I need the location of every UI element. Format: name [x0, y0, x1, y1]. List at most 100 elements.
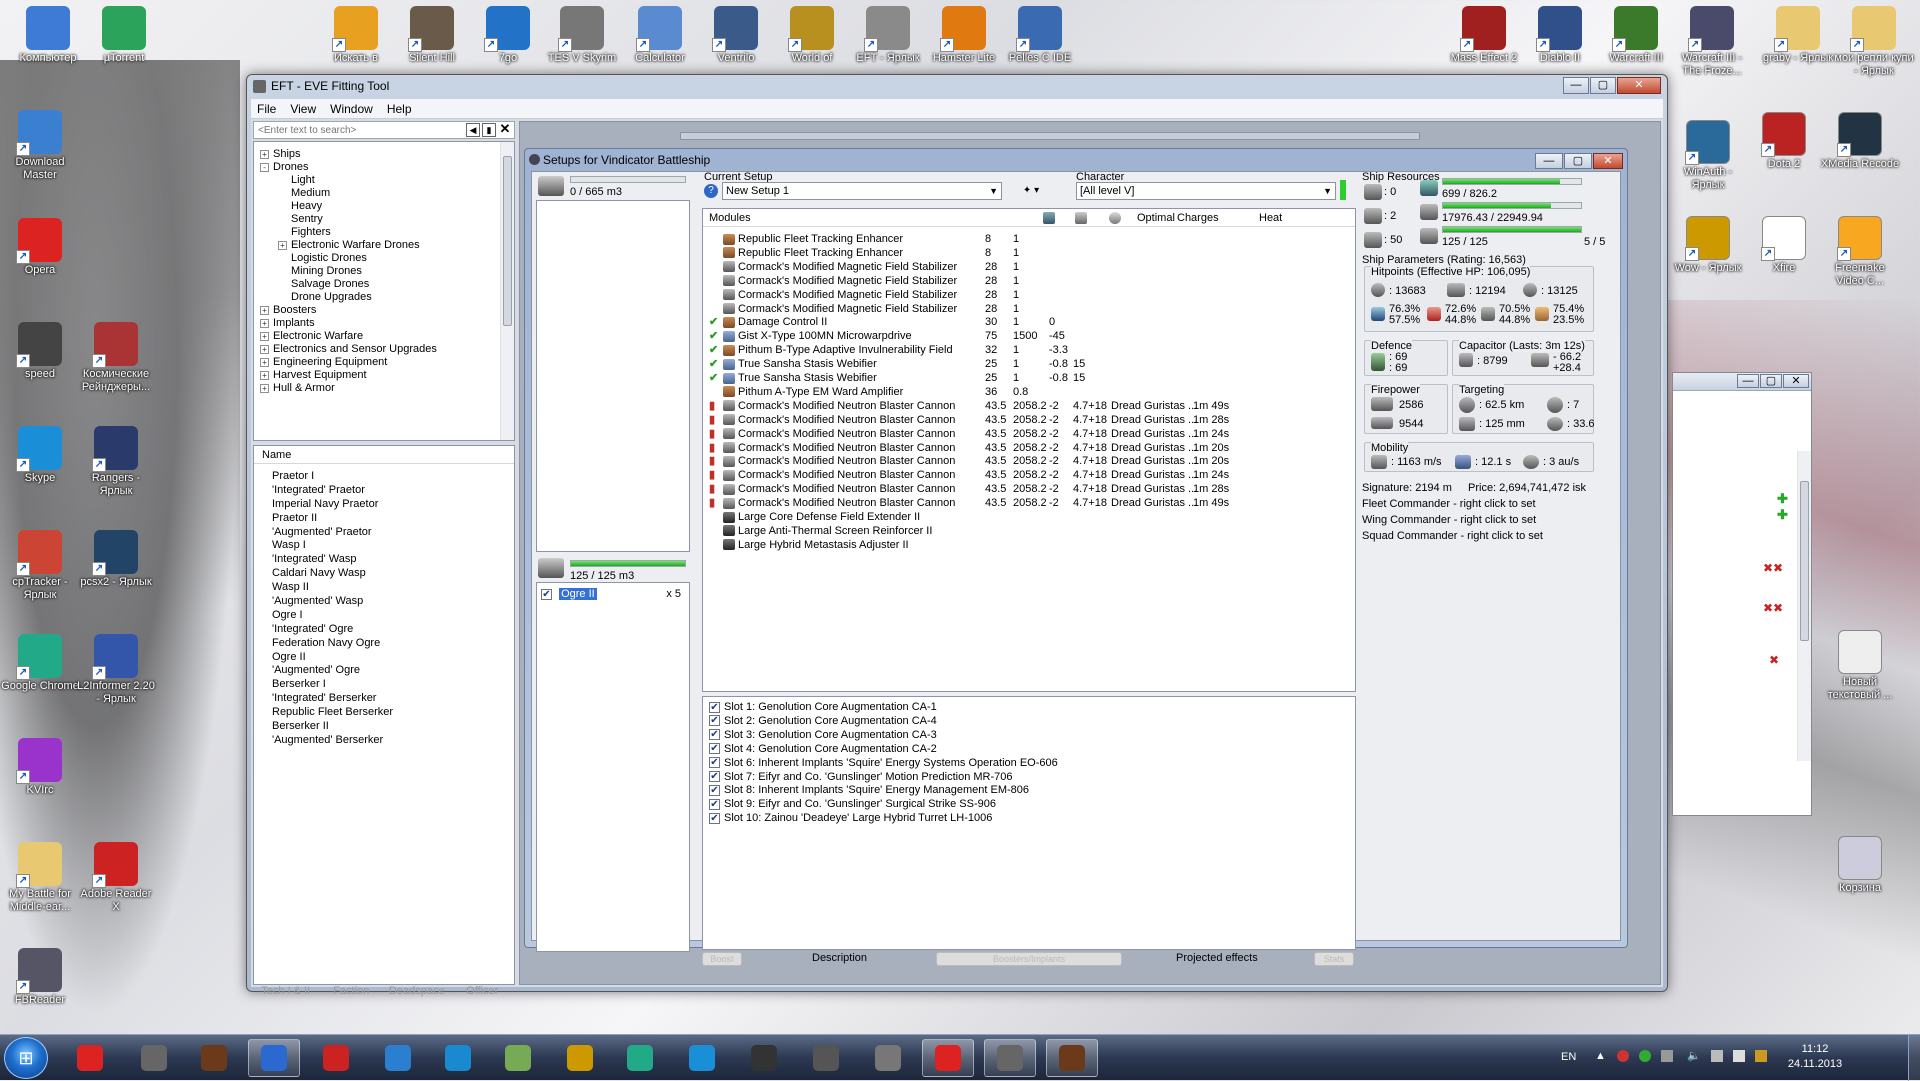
col-optimal[interactable]: Optimal: [1137, 209, 1175, 227]
active-check-icon[interactable]: ✔: [709, 316, 718, 330]
desktop-icon-calculator[interactable]: Calculator: [620, 6, 700, 65]
tray-icon-5[interactable]: [1755, 1050, 1767, 1062]
module-row[interactable]: Cormack's Modified Magnetic Field Stabil…: [703, 261, 1355, 275]
tray-icon-1[interactable]: [1617, 1050, 1629, 1062]
module-row[interactable]: ▮ Cormack's Modified Neutron Blaster Cann…: [703, 442, 1355, 456]
setup-titlebar[interactable]: Setups for Vindicator Battleship — ▢ ✕: [525, 149, 1627, 171]
desktop-icon-xmedia-recode[interactable]: XMedia Recode: [1820, 112, 1900, 171]
tree-item[interactable]: - Drones: [260, 161, 498, 174]
show-desktop-button[interactable]: [1908, 1035, 1920, 1081]
module-row[interactable]: Cormack's Modified Magnetic Field Stabil…: [703, 303, 1355, 317]
implant-checkbox[interactable]: ✔: [709, 701, 720, 713]
list-item[interactable]: Wasp I: [254, 539, 514, 553]
desktop-icon-l2informer[interactable]: L2Informer 2.20 - Ярлык: [76, 634, 156, 706]
list-item[interactable]: Praetor I: [254, 470, 514, 484]
tree-item[interactable]: Drone Upgrades: [260, 291, 498, 304]
tree-item[interactable]: + Electronic Warfare Drones: [260, 239, 498, 252]
list-item[interactable]: Wasp II: [254, 581, 514, 595]
tree-scrollbar[interactable]: [500, 142, 514, 440]
desktop-icon-battle-middle-earth[interactable]: My Battle for Middle-ear...: [0, 842, 80, 914]
tree-item[interactable]: + Engineering Equipment: [260, 356, 498, 369]
taskbar-eft-button[interactable]: [1046, 1039, 1098, 1077]
module-row[interactable]: Republic Fleet Tracking Enhancer 8 1: [703, 247, 1355, 261]
implant-row[interactable]: ✔ Slot 7: Eifyr and Co. 'Gunslinger' Moti…: [709, 771, 1013, 785]
desktop-icon-skyrim[interactable]: TES V Skyrim: [542, 6, 622, 65]
module-row[interactable]: Large Hybrid Metastasis Adjuster II: [703, 539, 1355, 553]
module-row[interactable]: ✔ Damage Control II 30 1 0: [703, 316, 1355, 330]
expand-icon[interactable]: +: [260, 357, 269, 367]
active-check-icon[interactable]: ✔: [709, 344, 718, 358]
desktop-icon-xfire[interactable]: Xfire: [1744, 216, 1824, 275]
desktop-icon-wow[interactable]: Wow - Ярлык: [1668, 216, 1748, 275]
desktop-icon-computer[interactable]: Компьютер: [8, 6, 88, 65]
list-item[interactable]: Ogre II: [254, 651, 514, 665]
list-item[interactable]: 'Augmented' Berserker: [254, 734, 514, 748]
list-item[interactable]: 'Integrated' Wasp: [254, 553, 514, 567]
list-item[interactable]: 'Integrated' Ogre: [254, 623, 514, 637]
active-check-icon[interactable]: ✔: [709, 330, 718, 344]
expand-icon[interactable]: -: [260, 162, 269, 172]
setup-maximize-button[interactable]: ▢: [1564, 153, 1592, 169]
search-back-button[interactable]: ◀: [466, 123, 480, 137]
desktop-icon-speed[interactable]: speed: [0, 322, 80, 381]
taskbar-chrome-button[interactable]: [800, 1039, 852, 1077]
module-row[interactable]: Large Core Defense Field Extender II: [703, 511, 1355, 525]
list-item[interactable]: Caldari Navy Wasp: [254, 567, 514, 581]
side-maximize-button[interactable]: ▢: [1760, 374, 1782, 388]
tray-icon-4[interactable]: [1733, 1050, 1745, 1062]
implant-checkbox[interactable]: ✔: [709, 757, 720, 769]
taskbar-people-button[interactable]: [614, 1039, 666, 1077]
module-row[interactable]: ▮ Cormack's Modified Neutron Blaster Cann…: [703, 455, 1355, 469]
module-row[interactable]: Republic Fleet Tracking Enhancer 8 1: [703, 233, 1355, 247]
desktop-icon-diablo-2[interactable]: Diablo II: [1520, 6, 1600, 65]
active-check-icon[interactable]: ✔: [709, 358, 718, 372]
tree-item[interactable]: + Ships: [260, 148, 498, 161]
setup-tools-button[interactable]: ✦ ▾: [1014, 182, 1048, 200]
taskbar-hamster-button[interactable]: [984, 1039, 1036, 1077]
clear-search-icon[interactable]: ✕: [498, 122, 512, 136]
desktop-icon-opera[interactable]: Opera: [0, 218, 80, 277]
tab-description[interactable]: Description: [812, 950, 867, 966]
expand-icon[interactable]: +: [260, 344, 269, 354]
implant-row[interactable]: ✔ Slot 8: Inherent Implants 'Squire' Ener…: [709, 784, 1029, 798]
list-item[interactable]: 'Augmented' Praetor: [254, 526, 514, 540]
menu-window[interactable]: Window: [330, 99, 373, 118]
tree-item[interactable]: Fighters: [260, 226, 498, 239]
list-item[interactable]: Berserker I: [254, 678, 514, 692]
tree-item[interactable]: Sentry: [260, 213, 498, 226]
tree-item[interactable]: + Boosters: [260, 304, 498, 317]
tree-item[interactable]: Salvage Drones: [260, 278, 498, 291]
desktop-icon-rangers[interactable]: Rangers - Ярлык: [76, 426, 156, 498]
language-indicator[interactable]: EN: [1561, 1051, 1576, 1063]
menu-help[interactable]: Help: [387, 99, 412, 118]
add-green-icon-2[interactable]: ✚: [1777, 507, 1788, 523]
overheat-icon[interactable]: ▮: [709, 483, 715, 497]
character-select[interactable]: [All level V] ▼: [1076, 182, 1336, 200]
desktop-icon-adobe-reader[interactable]: Adobe Reader X: [76, 842, 156, 914]
expand-icon[interactable]: +: [260, 305, 269, 315]
taskbar-mail-button[interactable]: [554, 1039, 606, 1077]
desktop-icon-warcraft-3-frozen[interactable]: Warcraft III - The Froze...: [1672, 6, 1752, 78]
module-row[interactable]: ✔ True Sansha Stasis Webifier 25 1 -0.8 15: [703, 358, 1355, 372]
implant-checkbox[interactable]: ✔: [709, 798, 720, 810]
taskbar-file-explorer-button[interactable]: [128, 1039, 180, 1077]
clock-date[interactable]: 24.11.2013: [1785, 1058, 1845, 1070]
side-minimize-button[interactable]: —: [1737, 374, 1759, 388]
implant-row[interactable]: ✔ Slot 6: Inherent Implants 'Squire' Ener…: [709, 757, 1058, 771]
module-row[interactable]: Cormack's Modified Magnetic Field Stabil…: [703, 275, 1355, 289]
taskbar-opera-button[interactable]: [248, 1039, 300, 1077]
add-green-icon[interactable]: ✚: [1777, 491, 1788, 507]
desktop-icon-search-in[interactable]: Искать в: [316, 6, 396, 65]
tree-item[interactable]: Logistic Drones: [260, 252, 498, 265]
tree-item[interactable]: Mining Drones: [260, 265, 498, 278]
implant-row[interactable]: ✔ Slot 9: Eifyr and Co. 'Gunslinger' Surg…: [709, 798, 996, 812]
desktop-icon-utorrent[interactable]: µTorrent: [84, 6, 164, 65]
desktop-icon-fbreader[interactable]: FBReader: [0, 948, 80, 1007]
desktop-icon-kvirc[interactable]: KVIrc: [0, 738, 80, 797]
list-item[interactable]: 'Integrated' Berserker: [254, 692, 514, 706]
desktop-icon-graby[interactable]: graby - Ярлык: [1758, 6, 1838, 65]
tree-item[interactable]: + Harvest Equipment: [260, 369, 498, 382]
list-item[interactable]: 'Augmented' Ogre: [254, 664, 514, 678]
desktop-icon-7go[interactable]: 7go: [468, 6, 548, 65]
red-marker-icon-2[interactable]: ✖✖: [1763, 601, 1783, 615]
